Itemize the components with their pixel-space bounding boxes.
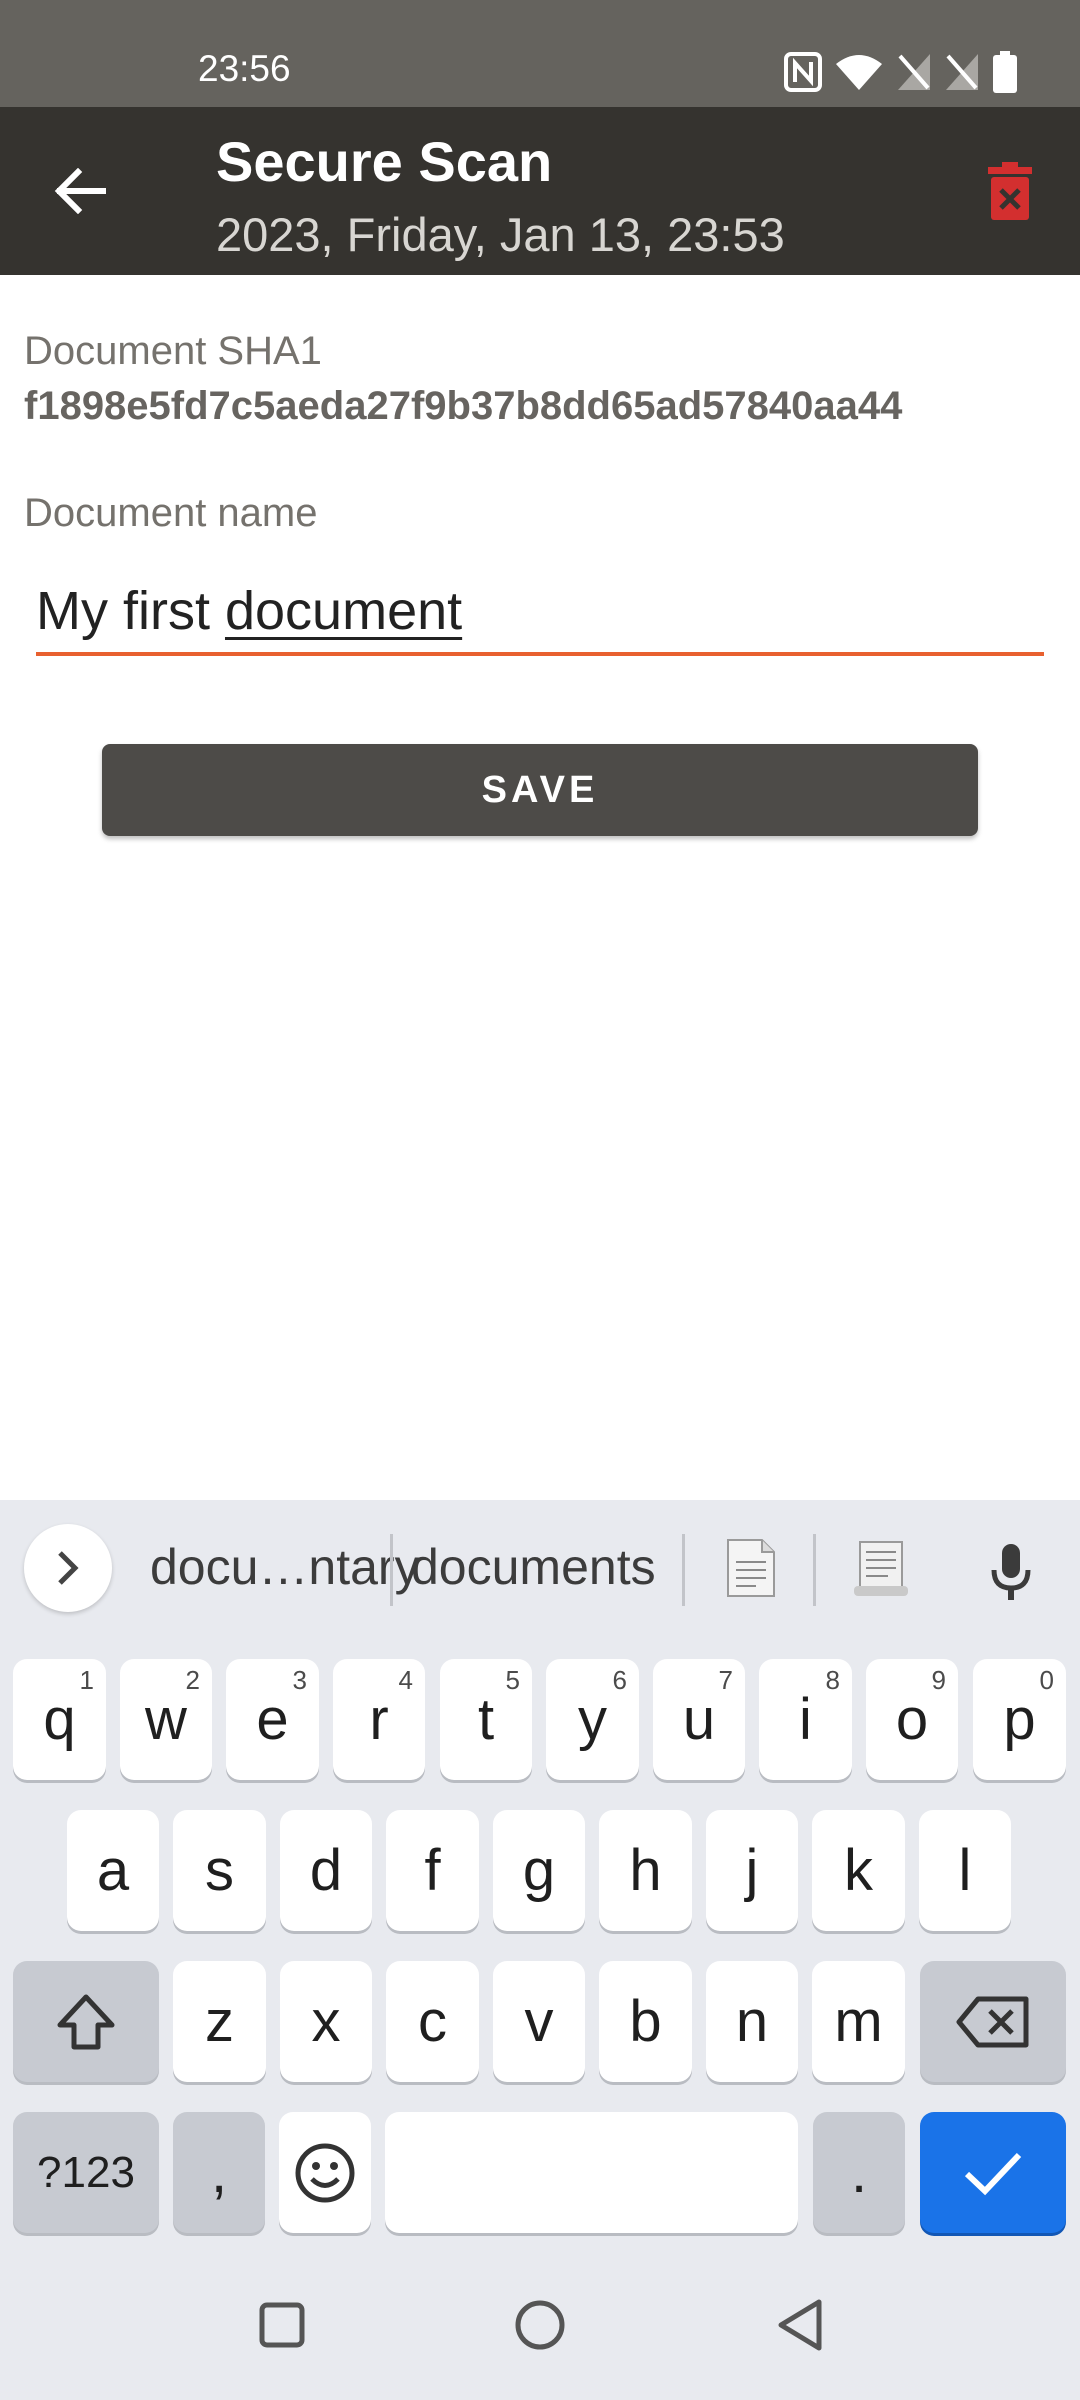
no-sim-icon <box>898 54 930 90</box>
sha-label: Document SHA1 <box>24 329 322 373</box>
key-o[interactable]: o9 <box>866 1659 958 1780</box>
save-button[interactable]: SAVE <box>102 744 978 836</box>
key-t[interactable]: t5 <box>440 1659 532 1780</box>
system-back-button[interactable] <box>755 2280 845 2370</box>
recents-button[interactable] <box>237 2280 327 2370</box>
suggestion-divider <box>682 1534 685 1606</box>
home-icon <box>515 2300 565 2350</box>
suggestion-2[interactable]: documents <box>411 1538 656 1596</box>
key-g[interactable]: g <box>493 1810 585 1931</box>
key-l[interactable]: l <box>919 1810 1011 1931</box>
name-label: Document name <box>24 491 318 535</box>
nfc-icon <box>784 52 822 92</box>
document-name-text: My first document <box>36 580 462 642</box>
chevron-right-icon <box>58 1551 79 1585</box>
microphone-icon <box>991 1544 1031 1600</box>
status-bar: 23:56 <box>0 0 1080 107</box>
battery-icon <box>993 51 1017 93</box>
navigation-bar <box>0 2240 1080 2400</box>
receipt-icon <box>854 1541 908 1596</box>
key-d[interactable]: d <box>280 1810 372 1931</box>
name-prefix: My first <box>36 581 225 641</box>
symbols-key[interactable]: ?123 <box>13 2112 159 2233</box>
key-a[interactable]: a <box>67 1810 159 1931</box>
status-icons <box>784 50 1018 94</box>
checkmark-icon <box>964 2152 1022 2195</box>
suggestion-page-emoji[interactable] <box>721 1536 781 1600</box>
page-subtitle: 2023, Friday, Jan 13, 23:53 <box>216 208 785 261</box>
key-s[interactable]: s <box>173 1810 266 1931</box>
suggestion-divider <box>390 1534 393 1606</box>
key-p[interactable]: p0 <box>973 1659 1066 1780</box>
suggestion-expand-button[interactable] <box>24 1524 112 1612</box>
key-f[interactable]: f <box>386 1810 479 1931</box>
suggestion-receipt-emoji[interactable] <box>851 1536 911 1600</box>
backspace-key[interactable] <box>920 1961 1066 2082</box>
emoji-key[interactable] <box>279 2112 371 2233</box>
space-key[interactable] <box>385 2112 798 2233</box>
key-m[interactable]: m <box>812 1961 905 2082</box>
no-sim-icon <box>946 54 978 90</box>
key-w[interactable]: w2 <box>120 1659 212 1780</box>
document-name-input[interactable]: My first document <box>36 570 1044 656</box>
key-z[interactable]: z <box>173 1961 266 2082</box>
sha-value: f1898e5fd7c5aeda27f9b37b8dd65ad57840aa44 <box>24 384 903 428</box>
home-button[interactable] <box>495 2280 585 2370</box>
key-v[interactable]: v <box>493 1961 585 2082</box>
key-x[interactable]: x <box>280 1961 372 2082</box>
arrow-left-icon <box>54 168 106 214</box>
key-i[interactable]: i8 <box>759 1659 852 1780</box>
shift-key[interactable] <box>13 1961 159 2082</box>
key-h[interactable]: h <box>599 1810 692 1931</box>
key-j[interactable]: j <box>706 1810 798 1931</box>
name-composing-word: document <box>224 581 463 641</box>
key-e[interactable]: e3 <box>226 1659 319 1780</box>
key-r[interactable]: r4 <box>333 1659 425 1780</box>
shift-icon <box>57 1994 115 2049</box>
delete-button[interactable] <box>970 151 1050 231</box>
back-button[interactable] <box>40 151 120 231</box>
page-title: Secure Scan <box>216 130 553 193</box>
key-u[interactable]: u7 <box>653 1659 745 1780</box>
suggestion-1[interactable]: docu…ntary <box>150 1538 420 1596</box>
recents-icon <box>259 2302 305 2348</box>
wifi-icon <box>836 55 882 90</box>
key-q[interactable]: q1 <box>13 1659 106 1780</box>
voice-input-button[interactable] <box>976 1534 1046 1610</box>
app-bar: Secure Scan 2023, Friday, Jan 13, 23:53 <box>0 107 1080 275</box>
period-key[interactable]: . <box>813 2112 905 2233</box>
key-n[interactable]: n <box>706 1961 798 2082</box>
done-key[interactable] <box>920 2112 1066 2233</box>
smiley-icon <box>295 2143 355 2202</box>
back-icon <box>778 2299 822 2351</box>
key-y[interactable]: y6 <box>546 1659 639 1780</box>
backspace-icon <box>956 1996 1029 2047</box>
key-k[interactable]: k <box>812 1810 905 1931</box>
trash-icon <box>988 162 1032 220</box>
comma-key[interactable]: , <box>173 2112 265 2233</box>
page-icon <box>727 1539 775 1597</box>
key-b[interactable]: b <box>599 1961 692 2082</box>
key-c[interactable]: c <box>386 1961 479 2082</box>
suggestion-bar: docu…ntary documents <box>0 1500 1080 1640</box>
status-time: 23:56 <box>198 48 291 89</box>
suggestion-divider <box>813 1534 816 1606</box>
